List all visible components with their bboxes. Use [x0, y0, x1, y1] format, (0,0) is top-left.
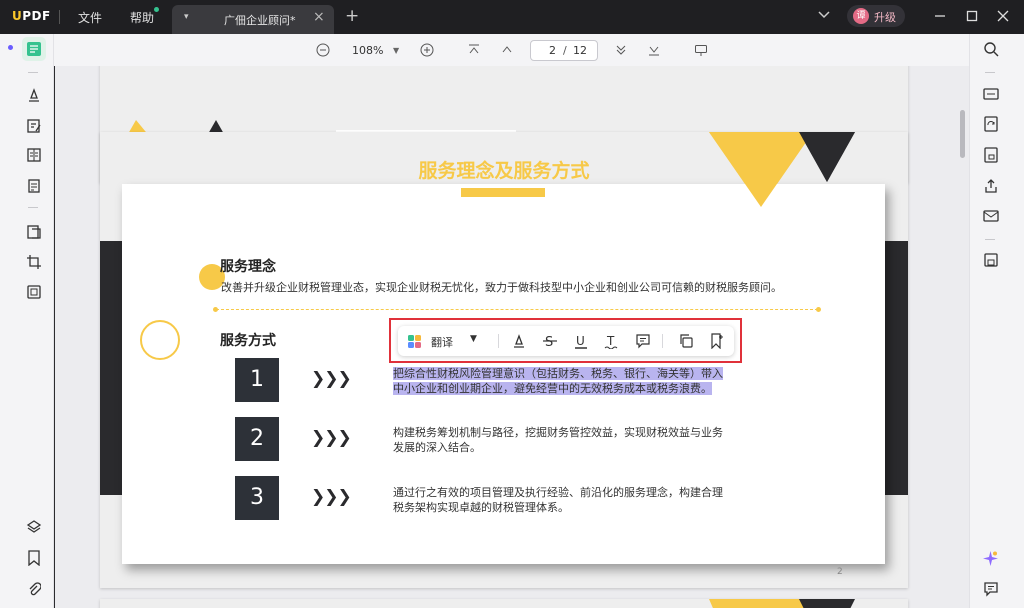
step-text-line: 税务架构实现卓越的财税管理体系。 — [393, 501, 569, 514]
title-bar: UPDF 文件 帮助 ▾ 广佃企业顾问* × + 谭 升级 — [0, 0, 1024, 34]
zoom-dropdown-icon[interactable]: ▼ — [393, 46, 399, 55]
sidebar-dot — [8, 45, 13, 50]
layers-icon[interactable] — [26, 519, 42, 535]
triple-chevron-icon: ❯❯❯ — [311, 369, 352, 389]
divider-dot — [213, 307, 218, 312]
close-icon[interactable] — [996, 9, 1010, 23]
next-page-icon[interactable] — [614, 43, 628, 57]
vertical-scrollbar[interactable] — [960, 110, 965, 158]
translate-icon[interactable] — [407, 334, 422, 349]
translate-dropdown-icon[interactable]: ▼ — [470, 334, 477, 344]
menu-file[interactable]: 文件 — [78, 9, 102, 26]
protect-icon[interactable] — [983, 147, 999, 163]
selection-toolbar: 翻译 ▼ S U T — [398, 326, 734, 356]
svg-text:U: U — [576, 334, 585, 348]
reader-icon[interactable] — [26, 41, 42, 57]
triple-chevron-icon: ❯❯❯ — [311, 428, 352, 448]
current-page[interactable]: 2 — [549, 44, 556, 57]
squiggly-underline-icon[interactable]: T — [604, 333, 620, 349]
crop-icon[interactable] — [26, 254, 42, 270]
page-replace-icon[interactable] — [26, 284, 42, 300]
search-icon[interactable] — [983, 41, 999, 57]
form-icon[interactable] — [26, 178, 42, 194]
highlighted-text[interactable]: 中小企业和创业期企业，避免经营中的无效税务成本或税务浪费。 — [393, 382, 712, 395]
sidebar-separator — [985, 72, 995, 73]
step-text-line: 构建税务筹划机制与路径，挖掘财务管控效益，实现财税效益与业务 — [393, 426, 723, 439]
step-text-3[interactable]: 通过行之有效的项目管理及执行经验、前沿化的服务理念，构建合理 税务架构实现卓越的… — [393, 485, 723, 515]
new-tab-button[interactable]: + — [345, 6, 359, 26]
page-number-field[interactable]: 2 / 12 — [530, 40, 598, 61]
email-icon[interactable] — [983, 208, 999, 224]
section-text-philosophy: 改善并升级企业财税管理业态，实现企业财税无忧化，致力于做科技型中小企业和创业公司… — [221, 281, 782, 294]
underline-icon[interactable]: U — [573, 333, 589, 349]
tab-dropdown-icon[interactable]: ▾ — [184, 12, 189, 22]
triple-chevron-icon: ❯❯❯ — [311, 487, 352, 507]
previous-page-icon[interactable] — [500, 43, 514, 57]
step-text-line: 通过行之有效的项目管理及执行经验、前沿化的服务理念，构建合理 — [393, 486, 723, 499]
document-tab[interactable]: ▾ 广佃企业顾问* × — [172, 5, 334, 34]
page-organize-icon[interactable] — [26, 147, 42, 163]
zoom-in-icon[interactable] — [420, 43, 434, 57]
section-heading-philosophy: 服务理念 — [220, 259, 276, 275]
page3-decoration — [709, 599, 855, 608]
bookmark-add-icon[interactable] — [709, 333, 725, 349]
view-toolbar: 108% ▼ 2 / 12 — [0, 34, 1024, 66]
upgrade-button[interactable]: 谭 升级 — [847, 5, 905, 27]
bookmark-icon[interactable] — [27, 550, 41, 566]
presentation-icon[interactable] — [694, 43, 708, 57]
section-heading-method: 服务方式 — [220, 333, 276, 349]
step-number-box: 3 — [235, 476, 279, 520]
translate-button[interactable]: 翻译 — [431, 334, 453, 350]
title-separator — [59, 10, 60, 24]
share-icon[interactable] — [983, 178, 999, 194]
minimize-icon[interactable] — [933, 9, 947, 23]
pdf-page-3[interactable] — [100, 599, 908, 608]
app-logo[interactable]: UPDF — [12, 9, 51, 23]
attachment-icon[interactable] — [27, 581, 41, 597]
copy-icon[interactable] — [678, 333, 694, 349]
zoom-level[interactable]: 108% — [352, 44, 383, 57]
convert-icon[interactable] — [983, 116, 999, 132]
last-page-icon[interactable] — [647, 43, 661, 57]
sidebar-separator — [28, 207, 38, 208]
svg-text:T: T — [606, 334, 615, 348]
notification-dot — [154, 7, 159, 12]
sidebar-separator — [28, 72, 38, 73]
tab-title: 广佃企业顾问* — [224, 14, 296, 27]
page-separator: / — [563, 44, 567, 57]
strikethrough-icon[interactable]: S — [542, 333, 558, 349]
sidebar-separator — [985, 239, 995, 240]
menu-help[interactable]: 帮助 — [130, 9, 154, 26]
selection-toolbar-frame: 翻译 ▼ S U T — [389, 318, 742, 363]
comments-panel-icon[interactable] — [983, 581, 999, 597]
step-text-1[interactable]: 把综合性财税风险管理意识（包括财务、税务、银行、海关等）带入 中小企业和创业期企… — [393, 366, 723, 396]
maximize-icon[interactable] — [965, 9, 979, 23]
divider-dot — [816, 307, 821, 312]
save-icon[interactable] — [983, 252, 999, 268]
step-number-box: 1 — [235, 358, 279, 402]
step-text-line: 发展的深入结合。 — [393, 441, 481, 454]
note-icon[interactable] — [635, 333, 651, 349]
comment-icon[interactable] — [26, 87, 42, 103]
dashed-divider — [216, 309, 818, 310]
page-number-label: 2 — [837, 567, 843, 577]
edit-icon[interactable] — [26, 118, 42, 134]
chevron-down-icon[interactable] — [818, 10, 830, 20]
step-number-box: 2 — [235, 417, 279, 461]
ai-assistant-icon[interactable] — [982, 550, 999, 567]
toolbar-separator — [498, 334, 499, 348]
tab-close-button[interactable]: × — [313, 9, 325, 25]
total-pages: 12 — [573, 44, 587, 57]
step-text-2[interactable]: 构建税务筹划机制与路径，挖掘财务管控效益，实现财税效益与业务 发展的深入结合。 — [393, 425, 723, 455]
avatar: 谭 — [853, 8, 869, 24]
upgrade-label: 升级 — [874, 11, 896, 24]
highlighted-text[interactable]: 把综合性财税风险管理意识（包括财务、税务、银行、海关等）带入 — [393, 367, 723, 380]
svg-text:S: S — [545, 335, 553, 349]
highlight-icon[interactable] — [511, 333, 527, 349]
ocr-icon[interactable] — [983, 86, 999, 102]
first-page-icon[interactable] — [467, 43, 481, 57]
tools-icon[interactable] — [26, 224, 42, 240]
zoom-out-icon[interactable] — [316, 43, 330, 57]
toolbar-separator — [662, 334, 663, 348]
